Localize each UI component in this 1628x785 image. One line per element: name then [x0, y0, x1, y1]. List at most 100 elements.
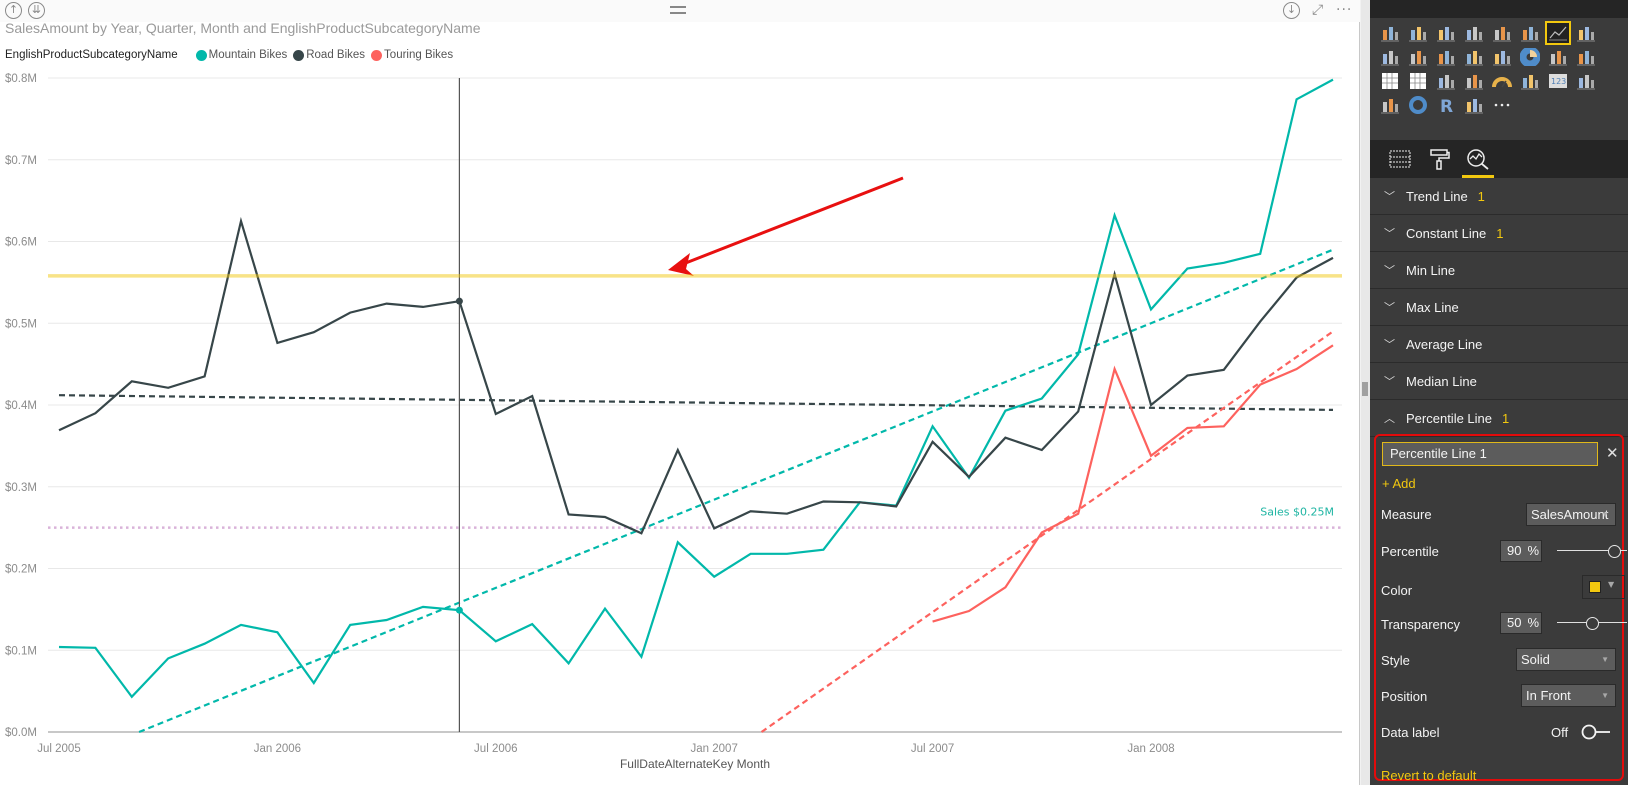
series-line-mountain-bikes[interactable]: [58, 78, 1334, 699]
viz-ribbon-icon[interactable]: [1462, 46, 1486, 68]
section-count-badge: 1: [1496, 225, 1504, 241]
chevron-down-icon: ▼: [1601, 510, 1609, 519]
viz-shape-map-icon[interactable]: [1462, 94, 1486, 116]
chevron-down-icon: ▼: [1601, 691, 1609, 700]
clustered-column-glyph: [1465, 27, 1483, 42]
data-label-toggle[interactable]: [1580, 723, 1614, 745]
scrollbar-thumb[interactable]: [1362, 382, 1368, 396]
viz-filled-map-icon[interactable]: [1434, 70, 1458, 92]
section-min-line[interactable]: ﹀ Min Line: [1370, 252, 1628, 289]
percentile-slider[interactable]: [1557, 545, 1627, 558]
viz-clustered-bar-icon[interactable]: [1434, 22, 1458, 44]
x-axis-title: FullDateAlternateKey Month: [620, 757, 770, 771]
viz-pie-icon[interactable]: [1518, 46, 1542, 68]
viz-line-and-stacked-column-icon[interactable]: [1406, 46, 1430, 68]
constant-line-label: Sales $0.25M: [1260, 506, 1334, 519]
position-dropdown[interactable]: In Front ▼: [1521, 684, 1616, 707]
gauge-glyph: [1492, 77, 1512, 88]
more-glyph: [1494, 103, 1510, 107]
viz-area-icon[interactable]: [1574, 22, 1598, 44]
x-tick-label: Jul 2005: [37, 743, 80, 755]
viz-gauge-icon[interactable]: [1490, 70, 1514, 92]
gridlines: [48, 77, 1342, 733]
tab-analytics[interactable]: [1460, 140, 1496, 178]
chevron-down-icon: ﹀: [1384, 227, 1395, 240]
chevron-down-icon: ﹀: [1384, 264, 1395, 277]
viz-stacked-area-icon[interactable]: [1378, 46, 1402, 68]
measure-label: Measure: [1381, 507, 1432, 522]
section-count-badge: 1: [1502, 410, 1510, 426]
section-max-line[interactable]: ﹀ Max Line: [1370, 289, 1628, 326]
line-chart-visual[interactable]: ↑ ⇊ ↓ ⤢ ··· SalesAmount by Year, Quarter…: [0, 0, 1360, 785]
shape-map-glyph: [1465, 99, 1483, 114]
color-picker[interactable]: ▼: [1582, 575, 1625, 599]
viz-map-icon[interactable]: [1574, 46, 1598, 68]
style-dropdown[interactable]: Solid ▼: [1516, 648, 1616, 671]
viz-stacked-column-icon[interactable]: [1406, 22, 1430, 44]
section-trend-line[interactable]: ﹀ Trend Line 1: [1370, 178, 1628, 215]
viz-100-stacked-column-icon[interactable]: [1518, 22, 1542, 44]
stacked-bar-glyph: [1381, 27, 1399, 42]
funnel-glyph: [1465, 75, 1483, 90]
viz-donut-icon[interactable]: [1406, 94, 1430, 116]
red-arrow-shaft: [677, 176, 904, 268]
kpi-glyph: [1577, 75, 1595, 90]
x-axis: Jul 2005 Jan 2006 Jul 2006 Jan 2007 Jul 2007…: [37, 743, 1174, 755]
viz-treemap-icon[interactable]: [1546, 46, 1570, 68]
annotation-arrow: [668, 176, 904, 276]
measure-dropdown[interactable]: SalesAmount ▼: [1526, 503, 1616, 526]
viz-funnel-icon[interactable]: [1462, 70, 1486, 92]
y-tick-label: $0.6M: [5, 237, 37, 249]
slider-thumb[interactable]: [1608, 545, 1622, 558]
revert-to-default-link[interactable]: Revert to default: [1381, 768, 1476, 783]
clustered-bar-glyph: [1437, 27, 1455, 42]
add-line-button[interactable]: + Add: [1382, 476, 1416, 491]
percentile-line-name-input[interactable]: Percentile Line 1: [1382, 442, 1598, 466]
table-glyph: [1382, 73, 1398, 89]
chart-plot[interactable]: $0.0M $0.1M $0.2M $0.3M $0.4M $0.5M $0.6M $0.7M…: [0, 0, 1360, 785]
slider-thumb[interactable]: [1585, 617, 1599, 630]
section-average-line[interactable]: ﹀ Average Line: [1370, 326, 1628, 363]
line-and-clustered-column-glyph: [1437, 51, 1455, 66]
percentile-label: Percentile: [1381, 544, 1439, 559]
y-tick-label: $0.5M: [5, 318, 37, 330]
fields-icon: [1389, 150, 1411, 168]
viz-scatter-icon[interactable]: [1490, 46, 1514, 68]
visualization-gallery: 123 R: [1378, 21, 1602, 118]
viz-matrix-icon[interactable]: [1406, 70, 1430, 92]
remove-line-close-icon[interactable]: ✕: [1606, 444, 1619, 462]
viz-card-icon[interactable]: 123: [1546, 70, 1570, 92]
viz-table-icon[interactable]: [1378, 70, 1402, 92]
chevron-down-icon: ▼: [1601, 655, 1609, 664]
chevron-up-icon: ︿: [1384, 412, 1395, 425]
tab-format[interactable]: [1422, 140, 1458, 178]
y-tick-label: $0.1M: [5, 645, 37, 657]
viz-more-icon[interactable]: [1490, 94, 1514, 116]
viz-clustered-column-icon[interactable]: [1462, 22, 1486, 44]
viz-line-and-clustered-column-icon[interactable]: [1434, 46, 1458, 68]
r-script-glyph: R: [1440, 97, 1453, 114]
section-constant-line[interactable]: ﹀ Constant Line 1: [1370, 215, 1628, 252]
y-tick-label: $0.7M: [5, 155, 37, 167]
transparency-slider[interactable]: [1557, 617, 1627, 630]
canvas-scrollbar[interactable]: [1361, 0, 1370, 785]
trend-line-road-bikes: [58, 394, 1334, 412]
y-tick-label: $0.3M: [5, 482, 37, 494]
svg-text:123: 123: [1551, 77, 1566, 86]
section-percentile-line[interactable]: ︿ Percentile Line 1: [1370, 400, 1628, 437]
tab-fields[interactable]: [1382, 140, 1418, 178]
donut-glyph: [1409, 96, 1427, 114]
viz-stacked-bar-icon[interactable]: [1378, 22, 1402, 44]
section-median-line[interactable]: ﹀ Median Line: [1370, 363, 1628, 400]
viz-line-icon[interactable]: [1545, 21, 1571, 45]
percentile-value: 90: [1507, 543, 1522, 558]
multi-row-card-glyph: [1521, 75, 1539, 90]
viz-kpi-icon[interactable]: [1574, 70, 1598, 92]
viz-r-script-icon[interactable]: R: [1434, 94, 1458, 116]
paint-roller-icon: [1430, 149, 1450, 170]
viz-slicer-icon[interactable]: [1378, 94, 1402, 116]
percentile-input[interactable]: 90%: [1500, 540, 1542, 562]
viz-multi-row-card-icon[interactable]: [1518, 70, 1542, 92]
transparency-input[interactable]: 50%: [1500, 612, 1542, 634]
viz-100-stacked-bar-icon[interactable]: [1490, 22, 1514, 44]
